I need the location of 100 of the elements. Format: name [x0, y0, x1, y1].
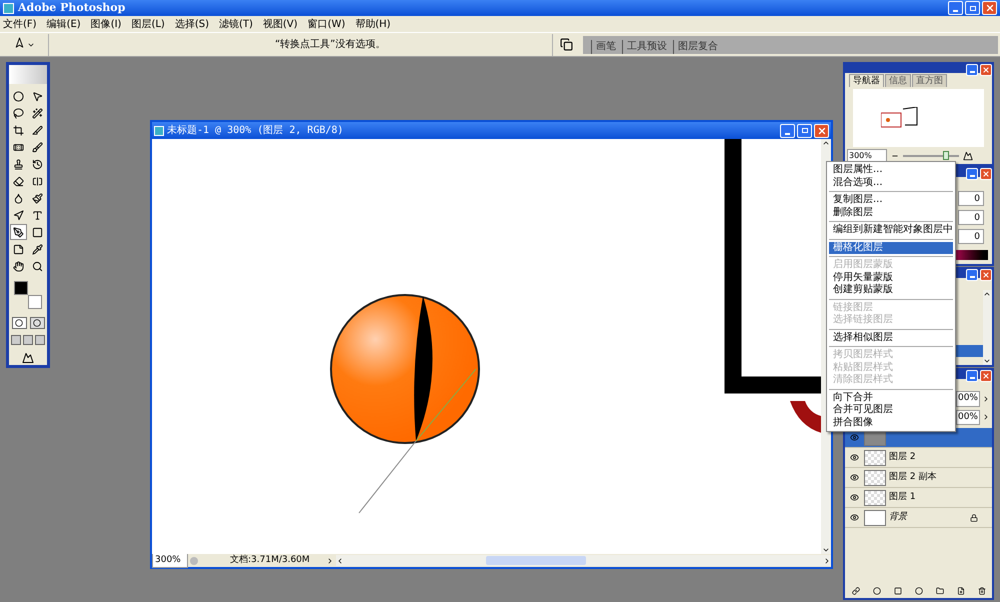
panel-tab[interactable]: 直方图 [912, 74, 947, 87]
layer-name: 图层 2 [889, 450, 916, 464]
status-icon [190, 556, 198, 564]
context-menu-item[interactable]: 混合选项... [829, 176, 953, 189]
context-menu-item[interactable]: 创建剪贴蒙版 [829, 284, 953, 296]
droplet-icon [13, 192, 24, 204]
layer-action-button[interactable] [978, 587, 986, 595]
screen-mode-button[interactable] [35, 335, 45, 346]
layer-row[interactable]: 图层 2 副本 [845, 468, 992, 488]
close-button[interactable] [980, 370, 992, 382]
layer-name: 背景 [889, 510, 907, 524]
restore-button[interactable] [797, 124, 812, 138]
history-icon [32, 158, 43, 170]
visibility-icon[interactable] [850, 453, 858, 462]
close-button[interactable] [980, 269, 992, 281]
minimize-button[interactable] [966, 269, 978, 281]
layer-row[interactable]: 背景 [845, 508, 992, 528]
menu-item[interactable]: 视图(V) [262, 16, 298, 32]
layer-name: 图层 1 [889, 490, 916, 504]
context-menu-item[interactable]: 删除图层 [829, 206, 953, 219]
context-menu-item[interactable]: 复制图层... [829, 194, 953, 206]
scroll-thumb[interactable] [486, 556, 586, 565]
context-menu-item[interactable]: 向下合并 [829, 392, 953, 404]
context-menu-item[interactable]: 图层属性... [829, 164, 953, 176]
context-menu-item[interactable]: 选择相似图层 [829, 332, 953, 344]
paintbrush-icon [32, 192, 43, 204]
horizontal-scrollbar[interactable] [336, 555, 831, 566]
bandage-icon [13, 142, 24, 153]
brush-icon [32, 142, 43, 153]
restore-button[interactable] [965, 1, 980, 15]
text-icon [32, 210, 43, 221]
foreground-color-swatch[interactable] [14, 281, 28, 296]
note-icon [13, 244, 24, 255]
layer-action-button[interactable] [894, 587, 902, 595]
eraser-icon [13, 176, 24, 187]
palette-tab[interactable]: 画笔 [591, 40, 620, 54]
menu-item[interactable]: 图像(I) [90, 16, 122, 32]
minimize-button[interactable] [948, 1, 963, 15]
vertical-scrollbar[interactable] [983, 290, 992, 365]
pointer-icon [32, 90, 43, 102]
fill-field[interactable]: 00% [956, 410, 980, 425]
context-menu-item[interactable]: 拼合图像 [829, 416, 953, 429]
status-menu-button[interactable] [326, 556, 334, 564]
menu-item[interactable]: 选择(S) [174, 16, 209, 32]
standard-mode-button[interactable] [12, 317, 26, 330]
minimize-button[interactable] [780, 124, 795, 138]
opacity-field[interactable]: 00% [956, 391, 980, 406]
options-message: “转换点工具”没有选项。 [275, 38, 386, 52]
circle-icon [33, 319, 41, 328]
layer-action-button[interactable] [852, 587, 860, 595]
stamp-icon [13, 158, 24, 170]
background-color-swatch[interactable] [28, 295, 42, 310]
layer-name: 图层 2 副本 [889, 470, 936, 484]
zoom-slider-thumb[interactable] [943, 151, 950, 160]
zoom-icon [32, 260, 43, 272]
layer-action-button[interactable] [872, 587, 880, 595]
screen-mode-button[interactable] [23, 335, 33, 346]
close-button[interactable] [980, 64, 992, 76]
quick-mask-button[interactable] [30, 317, 44, 330]
tool-button[interactable] [10, 224, 27, 240]
panel-tab[interactable]: 导航器 [849, 74, 884, 87]
panel-tab[interactable]: 信息 [885, 74, 911, 87]
layer-thumbnail [864, 490, 886, 506]
menu-item[interactable]: 图层(L) [131, 16, 165, 32]
context-menu-item[interactable]: 合并可见图层 [829, 404, 953, 416]
minimize-button[interactable] [966, 370, 978, 382]
layer-row[interactable]: 图层 2 [845, 448, 992, 468]
menu-item[interactable]: 窗口(W) [308, 16, 346, 32]
palette-tab[interactable]: 工具预设 [622, 40, 671, 54]
layer-row[interactable]: 图层 1 [845, 488, 992, 508]
visibility-icon[interactable] [850, 493, 858, 502]
layer-action-button[interactable] [956, 587, 964, 595]
close-button[interactable] [980, 168, 992, 180]
layer-action-button[interactable] [936, 587, 944, 595]
close-button[interactable] [814, 124, 829, 138]
menu-item[interactable]: 滤镜(T) [218, 16, 253, 32]
color-value-field[interactable]: 0 [958, 210, 984, 225]
close-icon [982, 271, 990, 279]
menu-item[interactable]: 文件(F) [3, 16, 37, 32]
layer-action-button[interactable] [914, 587, 922, 595]
context-menu-item[interactable]: 栅格化图层 [829, 242, 953, 254]
document-icon [154, 126, 164, 136]
wand-icon [32, 108, 43, 119]
menu-item[interactable]: 帮助(H) [355, 16, 391, 32]
screen-mode-button[interactable] [11, 335, 21, 346]
context-menu-item[interactable]: 编组到新建智能对象图层中 [829, 224, 953, 236]
context-menu-item[interactable]: 停用矢量蒙版 [829, 272, 953, 284]
palette-tab[interactable]: 图层复合 [673, 40, 722, 54]
color-value-field[interactable]: 0 [958, 191, 984, 206]
square-icon [894, 587, 902, 595]
minimize-button[interactable] [966, 168, 978, 180]
link-icon [852, 587, 860, 595]
minimize-button[interactable] [966, 64, 978, 76]
close-button[interactable] [982, 1, 997, 15]
visibility-icon[interactable] [850, 473, 858, 482]
menu-item[interactable]: 编辑(E) [46, 16, 81, 32]
color-value-field[interactable]: 0 [958, 229, 984, 244]
trash-icon [978, 587, 986, 595]
zoom-in-icon[interactable] [963, 151, 973, 161]
visibility-icon[interactable] [850, 513, 858, 522]
